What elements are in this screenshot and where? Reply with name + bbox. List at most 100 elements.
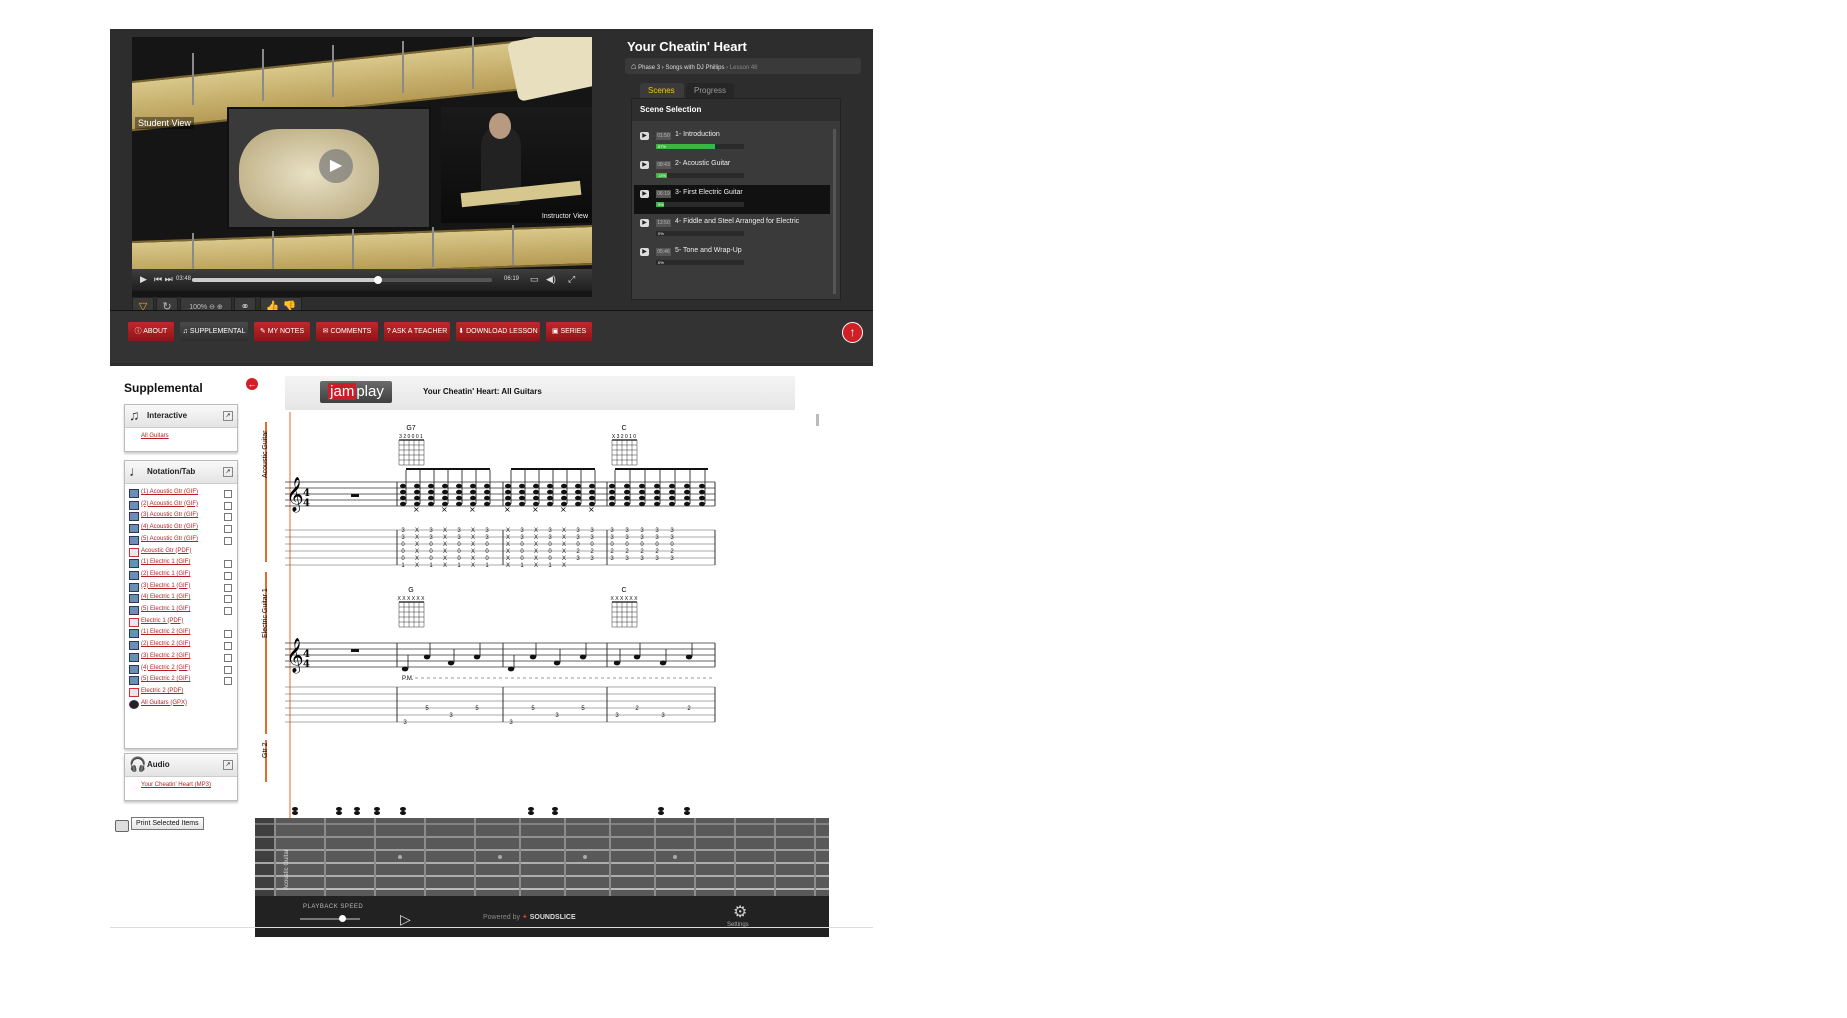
nav-about[interactable]: ⓘ ABOUT: [128, 322, 174, 341]
select-checkbox[interactable]: [224, 677, 232, 686]
gear-icon[interactable]: ⚙: [733, 902, 747, 922]
expand-icon[interactable]: ↗: [223, 411, 233, 421]
tab-number: 3: [615, 713, 619, 719]
audio-link[interactable]: Your Cheatin' Heart (MP3): [141, 782, 211, 788]
notation-link[interactable]: (1) Electric 1 (GIF): [141, 559, 190, 565]
tab-number: 2: [625, 549, 629, 555]
play-icon[interactable]: ▷: [400, 911, 411, 928]
rest: [351, 649, 359, 652]
select-checkbox[interactable]: [224, 595, 232, 604]
score-canvas[interactable]: Acoustic Guitar Electric Guitar 1 Gtr 2 …: [255, 412, 831, 818]
scene-item[interactable]: ▶ 12:50 4- Fiddle and Steel Arranged for E…: [634, 214, 830, 243]
playback-speed-slider[interactable]: [300, 918, 360, 920]
note-head: [684, 495, 690, 501]
notation-link[interactable]: (3) Acoustic Gtr (GIF): [141, 512, 198, 518]
notation-header: jam play Your Cheatin' Heart: All Guitars: [285, 376, 795, 410]
select-checkbox[interactable]: [224, 501, 232, 510]
notation-link[interactable]: (1) Acoustic Gtr (GIF): [141, 489, 198, 495]
tab-number: 0: [485, 556, 489, 562]
nav-comments[interactable]: ✉ COMMENTS: [316, 322, 378, 341]
notation-link[interactable]: (3) Electric 2 (GIF): [141, 653, 190, 659]
nav-my-notes[interactable]: ✎ MY NOTES: [254, 322, 310, 341]
skip-icon[interactable]: ⏮ ⏭: [154, 274, 173, 285]
tab-progress[interactable]: Progress: [686, 83, 734, 98]
muted-note: ×: [469, 505, 476, 514]
notation-link[interactable]: (5) Electric 1 (GIF): [141, 606, 190, 612]
home-icon[interactable]: ⌂: [631, 61, 636, 71]
scene-scrollbar[interactable]: [833, 129, 836, 294]
time-signature: 4: [303, 659, 310, 670]
fullscreen-icon[interactable]: ⤢: [568, 274, 575, 285]
play-icon[interactable]: ▶: [640, 161, 649, 169]
select-checkbox[interactable]: [224, 560, 232, 569]
print-selected-button[interactable]: Print Selected Items: [131, 817, 204, 830]
caption-icon[interactable]: ▭: [530, 274, 539, 285]
jamplay-logo: jam play: [320, 381, 392, 403]
notation-link[interactable]: Electric 1 (PDF): [141, 618, 183, 624]
gif-file-icon: [129, 594, 139, 604]
playback-speed-handle[interactable]: [339, 915, 346, 922]
scene-progress-label: 13%: [658, 173, 667, 178]
notation-link[interactable]: (3) Electric 1 (GIF): [141, 583, 190, 589]
instructor-view-frame[interactable]: Instructor View: [441, 107, 592, 223]
seek-handle[interactable]: [374, 276, 382, 284]
note-head: [400, 811, 406, 815]
notation-link[interactable]: (5) Acoustic Gtr (GIF): [141, 536, 198, 542]
note-head: [519, 483, 525, 489]
video-player[interactable]: Student View ▶ Instructor View: [132, 37, 592, 297]
notation-link[interactable]: (4) Electric 1 (GIF): [141, 594, 190, 600]
scene-item[interactable]: ▶ 01:50 1- Introduction 67%: [634, 127, 830, 156]
tab-scenes[interactable]: Scenes: [640, 83, 684, 98]
select-checkbox[interactable]: [224, 642, 232, 651]
seek-bar[interactable]: [192, 276, 492, 284]
gif-file-icon: [129, 652, 139, 662]
note-head: [639, 483, 645, 489]
scene-progress-bar: [656, 173, 744, 178]
notation-link[interactable]: All Guitars (GPX): [141, 700, 187, 706]
select-checkbox[interactable]: [224, 653, 232, 662]
scene-item[interactable]: ▶ 05:46 5- Tone and Wrap-Up 0%: [634, 243, 830, 272]
select-checkbox[interactable]: [224, 607, 232, 615]
volume-icon[interactable]: ◀): [546, 274, 556, 285]
scene-item[interactable]: ▶ 06:19 3- First Electric Guitar 9%: [634, 185, 830, 214]
play-icon[interactable]: ▶: [640, 132, 649, 140]
note-head: [456, 489, 462, 495]
play-icon[interactable]: ▶: [640, 190, 649, 198]
expand-icon[interactable]: ↗: [223, 467, 233, 477]
headphones-icon: 🎧: [129, 756, 147, 772]
interactive-link[interactable]: All Guitars: [141, 433, 169, 439]
pdf-file-icon: [129, 617, 139, 627]
notation-link[interactable]: Acoustic Gtr (PDF): [141, 548, 191, 554]
scene-item[interactable]: ▶ 08:43 2- Acoustic Guitar 13%: [634, 156, 830, 185]
select-checkbox[interactable]: [224, 665, 232, 674]
notation-link[interactable]: (1) Electric 2 (GIF): [141, 629, 190, 635]
notation-link[interactable]: (2) Electric 2 (GIF): [141, 641, 190, 647]
tab-number: 3: [610, 556, 614, 562]
nav-series[interactable]: ▣ SERIES: [546, 322, 592, 341]
nav-ask-teacher[interactable]: ? ASK A TEACHER: [384, 322, 450, 341]
notation-link[interactable]: (5) Electric 2 (GIF): [141, 676, 190, 682]
notation-link[interactable]: (4) Electric 2 (GIF): [141, 665, 190, 671]
fretboard-instrument: Acoustic Guitar: [284, 849, 290, 890]
notation-link[interactable]: (2) Electric 1 (GIF): [141, 571, 190, 577]
breadcrumb-path[interactable]: Phase 3 › Songs with DJ Phillips: [638, 65, 724, 71]
play-icon[interactable]: ▶: [640, 219, 649, 227]
select-checkbox[interactable]: [224, 513, 232, 522]
notation-link[interactable]: (2) Acoustic Gtr (GIF): [141, 501, 198, 507]
expand-icon[interactable]: ↗: [223, 760, 233, 770]
select-checkbox[interactable]: [224, 525, 232, 534]
score-scrollbar[interactable]: [816, 414, 819, 426]
select-checkbox[interactable]: [224, 630, 232, 639]
select-checkbox[interactable]: [224, 571, 232, 580]
play-icon[interactable]: ▶: [319, 149, 353, 183]
select-checkbox[interactable]: [224, 490, 232, 498]
nav-download-lesson[interactable]: ⬇ DOWNLOAD LESSON: [456, 322, 540, 341]
play-control-icon[interactable]: ▶: [140, 274, 147, 285]
nav-supplemental[interactable]: ♫ SUPPLEMENTAL: [180, 322, 248, 341]
select-checkbox[interactable]: [224, 583, 232, 592]
select-checkbox[interactable]: [224, 536, 232, 545]
play-icon[interactable]: ▶: [640, 248, 649, 256]
notation-link[interactable]: Electric 2 (PDF): [141, 688, 183, 694]
notation-link[interactable]: (4) Acoustic Gtr (GIF): [141, 524, 198, 530]
back-to-top-icon[interactable]: ↑: [842, 322, 863, 343]
